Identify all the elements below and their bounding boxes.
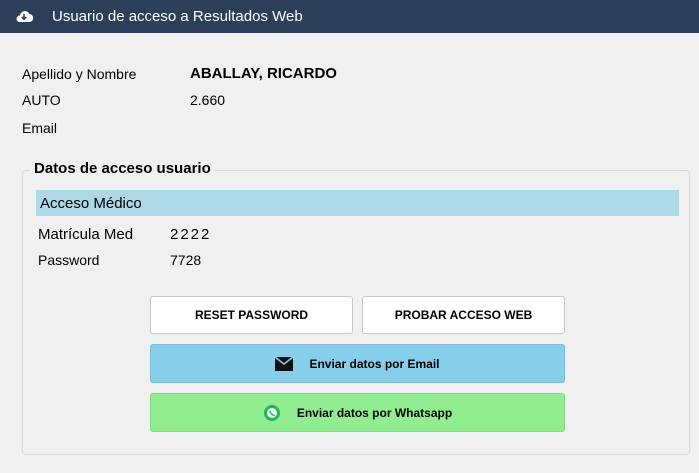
send-email-button[interactable]: Enviar datos por Email — [150, 344, 565, 383]
window-titlebar: Usuario de acceso a Resultados Web — [0, 0, 699, 33]
email-label: Email — [22, 120, 58, 136]
reset-password-label: RESET PASSWORD — [194, 308, 309, 322]
name-label: Apellido y Nombre — [22, 66, 137, 82]
matricula-value: 2222 — [170, 226, 212, 243]
auto-value: 2.660 — [190, 92, 226, 108]
auto-label: AUTO — [22, 92, 61, 108]
send-whatsapp-label: Enviar datos por Whatsapp — [296, 405, 453, 420]
window-title: Usuario de acceso a Resultados Web — [52, 8, 303, 25]
password-value: 7728 — [170, 252, 202, 268]
test-web-access-label: PROBAR ACCESO WEB — [394, 308, 533, 322]
access-group-title: Datos de acceso usuario — [30, 160, 215, 177]
test-web-access-button[interactable]: PROBAR ACCESO WEB — [362, 296, 565, 334]
cloud-icon — [14, 7, 34, 27]
send-whatsapp-button[interactable]: Enviar datos por Whatsapp — [150, 393, 565, 432]
envelope-icon — [275, 356, 294, 371]
whatsapp-icon — [263, 404, 281, 422]
section-header: Acceso Médico — [36, 190, 679, 216]
reset-password-button[interactable]: RESET PASSWORD — [150, 296, 353, 334]
section-title: Acceso Médico — [40, 194, 142, 212]
name-value: ABALLAY, RICARDO — [190, 65, 337, 82]
send-email-label: Enviar datos por Email — [309, 356, 440, 371]
matricula-label: Matrícula Med — [38, 226, 134, 243]
password-label: Password — [38, 252, 100, 268]
